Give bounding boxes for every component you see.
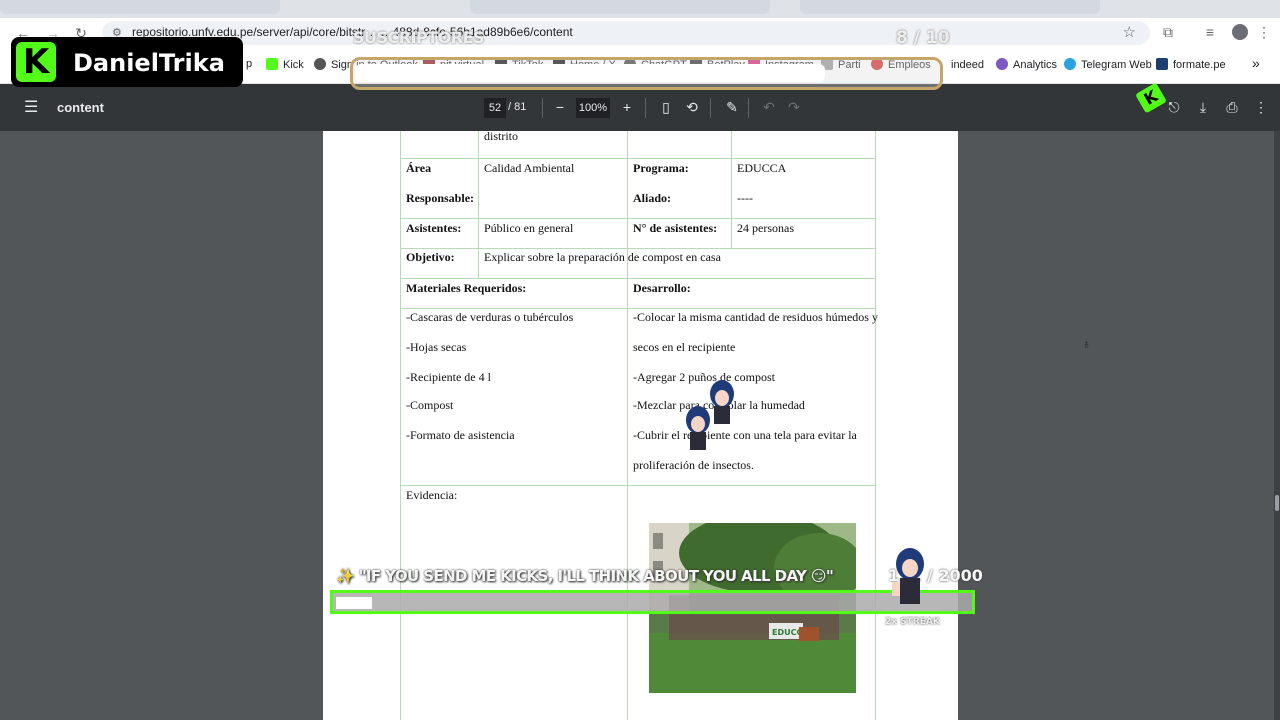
list-item: -Recipiente de 4 l: [406, 370, 491, 384]
list-item: -Formato de asistencia: [406, 428, 515, 442]
browser-tab[interactable]: [470, 0, 770, 14]
save-drive-icon[interactable]: ⎋: [1164, 97, 1184, 117]
fit-page-icon[interactable]: ▯: [656, 97, 676, 117]
anime-sprite: [686, 380, 734, 450]
tab-strip: [0, 0, 1280, 18]
bookmark-kick[interactable]: Kick: [266, 58, 304, 71]
bookmark-item[interactable]: p: [246, 58, 252, 70]
toolbar-divider: [645, 98, 646, 118]
media-icon[interactable]: ≡: [1200, 22, 1220, 42]
field-label: Programa:: [633, 161, 689, 175]
zoom-in-icon[interactable]: +: [617, 97, 637, 117]
kicks-goal-message: ✨ "IF YOU SEND ME KICKS, I'LL THINK ABOU…: [336, 567, 834, 585]
table-border: [400, 218, 876, 219]
streak-label: 2x STREAK: [885, 617, 940, 627]
pdf-viewer[interactable]: distrito Área Responsable: Calidad Ambie…: [0, 129, 1280, 720]
field-value: ----: [737, 191, 753, 205]
bookmark-analytics[interactable]: Analytics: [996, 58, 1057, 71]
page-total: / 81: [508, 101, 527, 113]
zoom-out-icon[interactable]: −: [550, 97, 570, 117]
field-label: Desarrollo:: [633, 281, 691, 295]
download-icon[interactable]: ⤓: [1193, 97, 1213, 117]
list-item: -Colocar la misma cantidad de residuos h…: [633, 310, 878, 324]
table-border: [478, 131, 479, 278]
scrollbar-thumb[interactable]: [1275, 495, 1279, 511]
table-border: [400, 485, 876, 486]
print-icon[interactable]: ⎙: [1222, 97, 1242, 117]
field-value: Explicar sobre la preparación de compost…: [484, 250, 721, 264]
more-actions-icon[interactable]: ⋮: [1251, 97, 1271, 117]
subs-goal-bar: [350, 57, 943, 90]
list-item: -Hojas secas: [406, 340, 467, 354]
mouse-cursor-icon: ♁: [1082, 337, 1091, 351]
redo-icon[interactable]: ↷: [784, 97, 804, 117]
browser-menu-icon[interactable]: ⋮: [1254, 22, 1274, 42]
table-border: [400, 158, 876, 159]
profile-avatar[interactable]: [1230, 22, 1250, 42]
bookmark-star-icon[interactable]: ☆: [1123, 23, 1136, 41]
bookmark-indeed[interactable]: indeed: [940, 58, 984, 71]
list-item: -Cubrir el recipiente con una tela para …: [633, 428, 857, 442]
streamer-logo: K DanielTrika: [11, 37, 243, 87]
field-label: Objetivo:: [406, 250, 455, 264]
list-item: -Cascaras de verduras o tubérculos: [406, 310, 574, 324]
field-label: N° de asistentes:: [633, 221, 718, 235]
rotate-icon[interactable]: ⟲: [682, 97, 702, 117]
field-value: Público en general: [484, 221, 574, 235]
field-label: Área: [406, 161, 432, 175]
pdf-toolbar: ☰ content 52 / 81 − 100% + ▯ ⟲ ✎ ↶ ↷ ⎋ ⤓…: [0, 84, 1280, 131]
kicks-goal-bar: [330, 590, 975, 614]
field-label: Materiales Requeridos:: [406, 281, 527, 295]
streamer-name: DanielTrika: [73, 49, 225, 77]
subs-goal-fill: [355, 64, 825, 82]
anime-sprite: [892, 548, 924, 604]
field-value: EDUCCA: [737, 161, 787, 175]
pdf-page: distrito Área Responsable: Calidad Ambie…: [323, 129, 958, 720]
toolbar-divider: [748, 98, 749, 118]
browser-tab[interactable]: [800, 0, 1100, 14]
field-label: Asistentes:: [406, 221, 462, 235]
table-border: [875, 131, 876, 720]
table-border: [400, 131, 401, 720]
field-label: Responsable:: [406, 191, 475, 205]
table-cell: distrito: [484, 129, 519, 143]
table-border: [627, 131, 628, 720]
table-border: [400, 248, 876, 249]
extensions-icon[interactable]: ⧉: [1158, 22, 1178, 42]
subs-goal-title: SUSCRIPTORES: [353, 28, 485, 47]
list-item: secos en el recipiente: [633, 340, 736, 354]
list-item: proliferación de insectos.: [633, 458, 754, 472]
annotate-icon[interactable]: ✎: [722, 97, 742, 117]
table-border: [731, 131, 732, 248]
kick-logo-icon: K: [16, 42, 56, 82]
bookmark-telegram[interactable]: Telegram Web: [1064, 58, 1152, 71]
bookmarks-more-icon[interactable]: »: [1252, 55, 1260, 71]
url-bar[interactable]: ⚙ repositorio.unfv.edu.pe/server/api/cor…: [102, 21, 1150, 45]
field-value: 24 personas: [737, 221, 794, 235]
bookmark-formate[interactable]: formate.pe: [1156, 58, 1226, 71]
table-border: [400, 278, 876, 279]
subs-goal-count: 8 / 10: [896, 28, 950, 48]
table-border: [400, 308, 876, 309]
undo-icon[interactable]: ↶: [759, 97, 779, 117]
zoom-input[interactable]: 100%: [576, 98, 610, 118]
toolbar-divider: [542, 98, 543, 118]
list-item: -Compost: [406, 398, 454, 412]
pdf-scrollbar[interactable]: [1274, 131, 1280, 720]
field-value: Calidad Ambiental: [484, 161, 575, 175]
document-title: content: [57, 100, 104, 115]
field-label: Aliado:: [633, 191, 672, 205]
toolbar-divider: [710, 98, 711, 118]
kicks-goal-fill: [336, 597, 372, 609]
menu-icon[interactable]: ☰: [24, 97, 38, 117]
page-number-input[interactable]: 52: [484, 98, 506, 118]
evidence-label: Evidencia:: [406, 488, 458, 502]
browser-tab[interactable]: [0, 0, 280, 14]
